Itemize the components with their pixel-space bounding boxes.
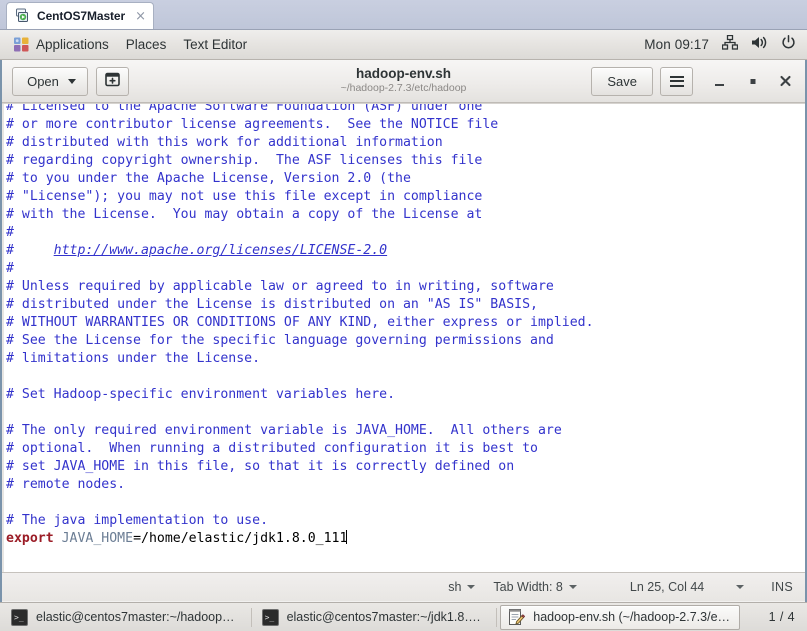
maximize-icon[interactable] <box>746 73 760 89</box>
source-code-content[interactable]: # Licensed to the Apache Software Founda… <box>2 104 805 548</box>
save-button-label: Save <box>607 73 637 89</box>
close-icon[interactable]: × <box>135 10 146 23</box>
menu-applications[interactable]: Applications <box>7 34 120 55</box>
text-editor-window: Open hadoop-env.sh ~/hadoop-2.7.3/etc/ha… <box>0 60 807 602</box>
insert-mode-indicator[interactable]: INS <box>753 580 793 594</box>
window-headerbar: Open hadoop-env.sh ~/hadoop-2.7.3/etc/ha… <box>2 60 805 103</box>
vm-tab-strip: CentOS7Master × <box>0 0 807 30</box>
tab-width-selector[interactable]: Tab Width: 8 <box>484 580 585 594</box>
clock[interactable]: Mon 09:17 <box>644 37 709 52</box>
panel-status-area: Mon 09:17 <box>644 34 798 55</box>
power-icon[interactable] <box>781 34 796 55</box>
terminal-icon <box>261 608 279 626</box>
applications-grid-icon <box>13 36 30 53</box>
volume-icon[interactable] <box>751 35 768 55</box>
insert-mode-label: INS <box>771 580 793 594</box>
cursor-position[interactable]: Ln 25, Col 44 <box>586 580 753 594</box>
editor-left-margin <box>2 104 4 572</box>
vm-tab-centos7master[interactable]: CentOS7Master × <box>6 2 154 29</box>
cursor-position-label: Ln 25, Col 44 <box>629 580 705 594</box>
editor-statusbar: sh Tab Width: 8 Ln 25, Col 44 INS <box>2 572 805 601</box>
network-icon[interactable] <box>721 34 739 55</box>
save-button[interactable]: Save <box>591 66 653 96</box>
taskbar-divider <box>250 607 252 627</box>
new-document-icon <box>104 71 121 91</box>
text-editor-icon <box>508 608 526 626</box>
language-selector[interactable]: sh <box>439 580 484 594</box>
workspace-indicator[interactable]: 1 / 4 <box>759 610 807 624</box>
taskbar-item-label: elastic@centos7master:~/jdk1.8…. <box>286 610 481 624</box>
taskbar-item-terminal-jdk[interactable]: elastic@centos7master:~/jdk1.8…. <box>255 605 490 630</box>
new-document-button[interactable] <box>96 66 129 96</box>
active-app-label: Text Editor <box>183 36 248 52</box>
open-button[interactable]: Open <box>12 66 88 96</box>
active-app-menu[interactable]: Text Editor <box>177 36 258 54</box>
chevron-down-icon <box>568 585 577 589</box>
taskbar-item-text-editor[interactable]: hadoop-env.sh (~/hadoop-2.7.3/e… <box>500 604 741 630</box>
vm-tab-label: CentOS7Master <box>37 9 126 23</box>
terminal-icon <box>11 608 28 626</box>
menu-places-label: Places <box>125 36 167 52</box>
language-label: sh <box>448 580 462 594</box>
file-path-subtitle: ~/hadoop-2.7.3/etc/hadoop <box>340 82 467 95</box>
taskbar-item-label: elastic@centos7master:~/hadoop… <box>36 610 235 624</box>
chevron-down-icon <box>67 78 76 84</box>
menu-button[interactable] <box>660 66 693 96</box>
open-button-label: Open <box>27 73 59 89</box>
gnome-top-panel: Applications Places Text Editor Mon 09:1… <box>0 30 807 60</box>
window-list-taskbar: elastic@centos7master:~/hadoop… elastic@… <box>0 602 807 631</box>
hamburger-menu-icon <box>669 75 684 87</box>
close-icon[interactable] <box>779 73 793 89</box>
window-controls <box>713 73 797 89</box>
chevron-down-icon <box>467 585 476 589</box>
tab-width-label: Tab Width: 8 <box>493 580 563 594</box>
chevron-down-icon <box>736 585 745 589</box>
headerbar-left-group: Open <box>12 66 129 96</box>
taskbar-item-terminal-hadoop[interactable]: elastic@centos7master:~/hadoop… <box>4 605 244 630</box>
minimize-icon[interactable] <box>713 73 727 89</box>
menu-places[interactable]: Places <box>120 36 178 54</box>
taskbar-item-label: hadoop-env.sh (~/hadoop-2.7.3/e… <box>533 610 731 624</box>
page-title: hadoop-env.sh <box>355 65 451 81</box>
editor-text-view[interactable]: # Licensed to the Apache Software Founda… <box>2 103 805 572</box>
virtual-machine-icon <box>15 8 31 24</box>
panel-menu-group: Applications Places Text Editor <box>7 34 258 55</box>
headerbar-right-group: Save <box>591 66 797 96</box>
taskbar-divider <box>496 607 498 627</box>
menu-applications-label: Applications <box>36 36 109 52</box>
